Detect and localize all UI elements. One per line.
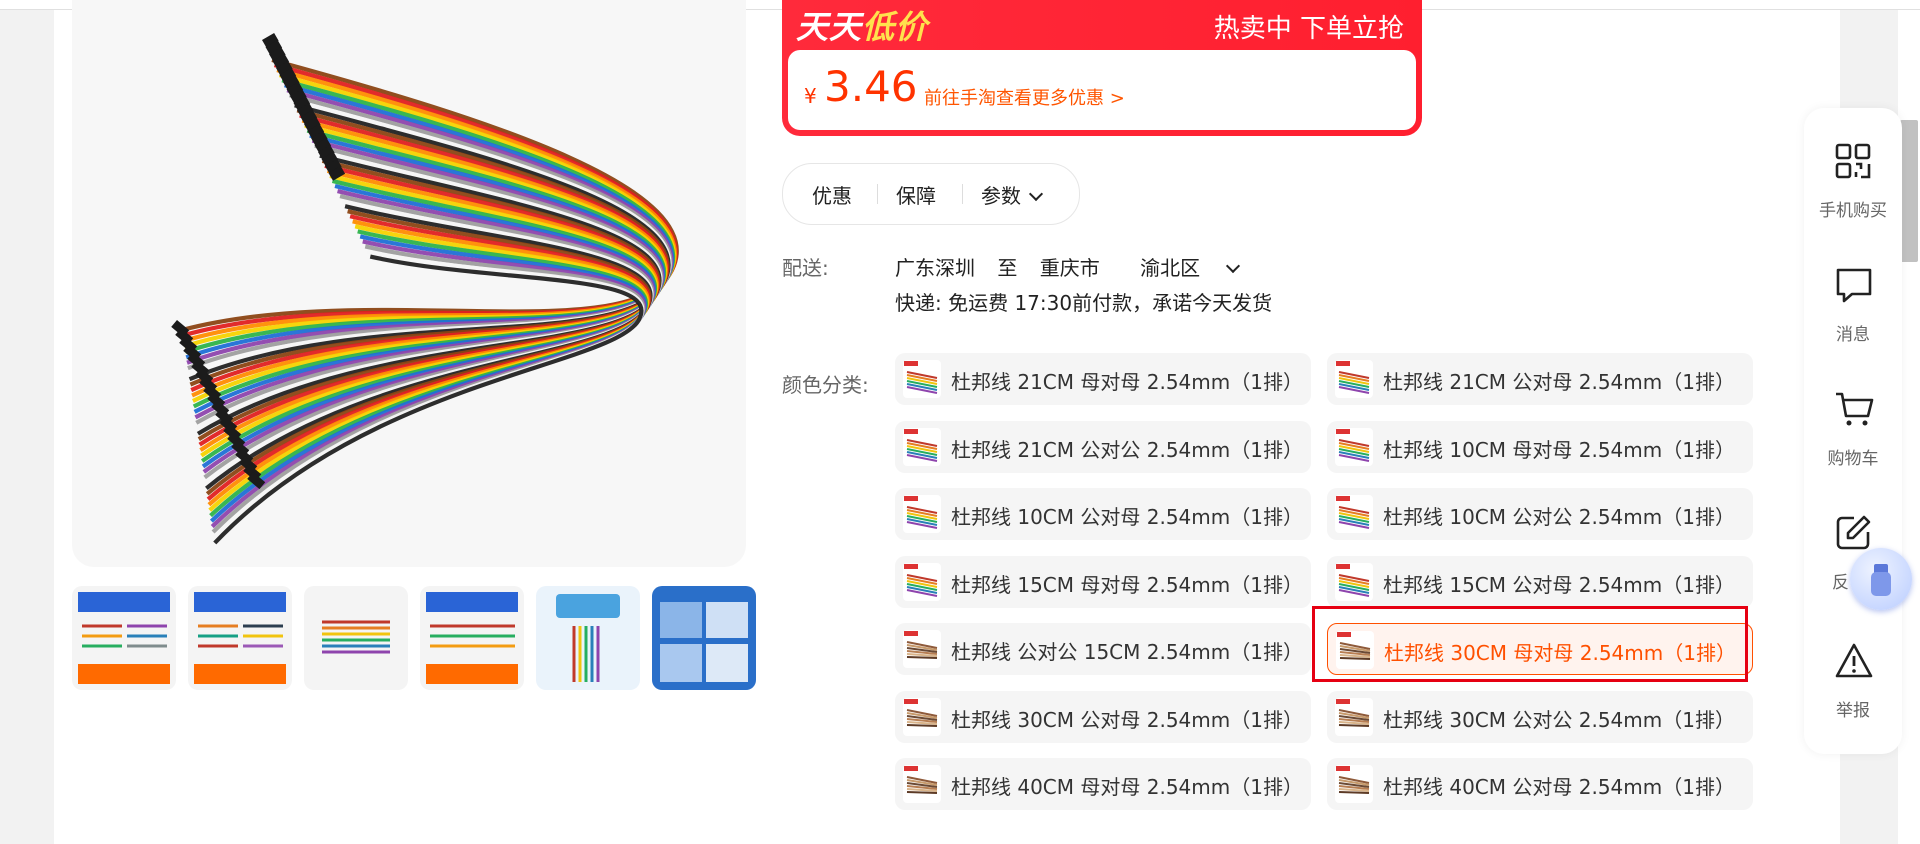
delivery-route: 广东深圳 至 重庆市 渝北区 bbox=[895, 252, 1254, 281]
main-product-image[interactable] bbox=[72, 0, 746, 567]
sku-option-label: 杜邦线 30CM 公对母 2.54mm（1排） bbox=[951, 708, 1303, 732]
sku-option-label: 杜邦线 30CM 公对公 2.54mm（1排） bbox=[1383, 708, 1735, 732]
report-button[interactable]: 举报 bbox=[1804, 642, 1902, 742]
thumbnail[interactable] bbox=[420, 586, 524, 690]
toolbar-label: 消息 bbox=[1836, 325, 1870, 345]
price-banner-header: 天天低价 热卖中 下单立抢 bbox=[782, 0, 1422, 46]
sku-option[interactable]: 杜邦线 10CM 公对公 2.54mm（1排） bbox=[1327, 488, 1753, 540]
sku-option-label: 杜邦线 10CM 公对母 2.54mm（1排） bbox=[951, 505, 1303, 529]
more-discounts-link[interactable]: 前往手淘查看更多优惠 > bbox=[924, 84, 1125, 110]
thumbnail[interactable] bbox=[652, 586, 756, 690]
sku-option[interactable]: 杜邦线 10CM 母对母 2.54mm（1排） bbox=[1327, 421, 1753, 473]
sku-thumbnail bbox=[903, 765, 941, 803]
destination-city[interactable]: 重庆市 bbox=[1040, 256, 1100, 280]
sku-thumbnail bbox=[1335, 563, 1373, 601]
sku-option-label: 杜邦线 10CM 公对公 2.54mm（1排） bbox=[1383, 505, 1735, 529]
sku-option[interactable]: 杜邦线 公对公 15CM 2.54mm（1排） bbox=[895, 623, 1311, 675]
sku-option-label: 杜邦线 21CM 公对母 2.54mm（1排） bbox=[1383, 370, 1735, 394]
sku-option-label: 杜邦线 15CM 母对母 2.54mm（1排） bbox=[951, 573, 1303, 597]
sku-option-label: 杜邦线 15CM 公对母 2.54mm（1排） bbox=[1383, 573, 1735, 597]
sku-option-label: 杜邦线 21CM 母对母 2.54mm（1排） bbox=[951, 370, 1303, 394]
sku-option-label: 杜邦线 40CM 公对母 2.54mm（1排） bbox=[1383, 775, 1735, 799]
ribbon-cable-image bbox=[171, 33, 679, 545]
sku-option[interactable]: 杜邦线 10CM 公对母 2.54mm（1排） bbox=[895, 488, 1311, 540]
sku-thumbnail bbox=[903, 563, 941, 601]
sku-thumbnail bbox=[1335, 495, 1373, 533]
sku-option[interactable]: 杜邦线 21CM 公对母 2.54mm（1排） bbox=[1327, 353, 1753, 405]
delivery-label: 配送: bbox=[782, 256, 829, 280]
assistant-float-button[interactable] bbox=[1850, 548, 1912, 610]
info-tabs: 优惠 保障 参数 bbox=[782, 163, 1080, 225]
tab-divider bbox=[877, 184, 878, 204]
route-connector: 至 bbox=[997, 256, 1018, 280]
usb-drive-icon bbox=[1871, 564, 1891, 596]
warning-icon bbox=[1835, 643, 1873, 678]
sku-option[interactable]: 杜邦线 15CM 母对母 2.54mm（1排） bbox=[895, 556, 1311, 608]
price-panel: ¥ 3.46 前往手淘查看更多优惠 > bbox=[788, 50, 1416, 130]
sku-thumbnail bbox=[1335, 765, 1373, 803]
destination-district[interactable]: 渝北区 bbox=[1140, 256, 1200, 280]
toolbar-label: 举报 bbox=[1836, 701, 1870, 721]
color-category-label: 颜色分类: bbox=[782, 373, 869, 397]
tab-guarantee[interactable]: 保障 bbox=[896, 180, 936, 209]
sku-thumbnail bbox=[903, 630, 941, 668]
chevron-down-icon bbox=[1028, 186, 1044, 202]
sku-thumbnail bbox=[1335, 360, 1373, 398]
origin-location: 广东深圳 bbox=[895, 256, 975, 280]
messages-button[interactable]: 消息 bbox=[1804, 266, 1902, 366]
sku-thumbnail bbox=[903, 428, 941, 466]
cart-icon bbox=[1836, 392, 1874, 426]
chat-icon bbox=[1836, 268, 1872, 303]
toolbar-label: 手机购买 bbox=[1819, 201, 1887, 221]
promo-text: 热卖中 下单立抢 bbox=[1213, 14, 1404, 44]
tab-divider bbox=[962, 184, 963, 204]
sku-option[interactable]: 杜邦线 21CM 母对母 2.54mm（1排） bbox=[895, 353, 1311, 405]
thumbnail[interactable] bbox=[304, 586, 408, 690]
currency-symbol: ¥ bbox=[804, 84, 817, 108]
sku-option[interactable]: 杜邦线 40CM 公对母 2.54mm（1排） bbox=[1327, 758, 1753, 810]
price-banner: 天天低价 热卖中 下单立抢 ¥ 3.46 前往手淘查看更多优惠 > bbox=[782, 0, 1422, 136]
sku-thumbnail bbox=[903, 495, 941, 533]
chevron-down-icon[interactable] bbox=[1226, 258, 1241, 274]
sku-option-label: 杜邦线 40CM 母对母 2.54mm（1排） bbox=[951, 775, 1303, 799]
toolbar-label: 购物车 bbox=[1827, 449, 1879, 469]
selection-highlight-frame bbox=[1312, 606, 1748, 682]
tab-discounts[interactable]: 优惠 bbox=[812, 180, 852, 209]
mobile-buy-button[interactable]: 手机购买 bbox=[1804, 142, 1902, 242]
daily-low-price-badge: 天天低价 bbox=[796, 8, 929, 46]
sku-option[interactable]: 杜邦线 30CM 公对母 2.54mm（1排） bbox=[895, 691, 1311, 743]
sku-option[interactable]: 杜邦线 21CM 公对公 2.54mm（1排） bbox=[895, 421, 1311, 473]
sku-option[interactable]: 杜邦线 30CM 公对公 2.54mm（1排） bbox=[1327, 691, 1753, 743]
sku-thumbnail bbox=[1335, 698, 1373, 736]
scrollbar-thumb[interactable] bbox=[1900, 120, 1918, 262]
shipping-info: 快递: 免运费 17:30前付款，承诺今天发货 bbox=[895, 291, 1273, 315]
edit-icon bbox=[1836, 515, 1871, 550]
sku-option-label: 杜邦线 21CM 公对公 2.54mm（1排） bbox=[951, 438, 1303, 462]
sku-option[interactable]: 杜邦线 15CM 公对母 2.54mm（1排） bbox=[1327, 556, 1753, 608]
sku-thumbnail bbox=[1335, 428, 1373, 466]
sku-thumbnail bbox=[903, 698, 941, 736]
tab-parameters[interactable]: 参数 bbox=[981, 180, 1044, 209]
right-toolbar: 手机购买 消息 购物车 反 举报 bbox=[1804, 108, 1902, 754]
sku-thumbnail bbox=[903, 360, 941, 398]
cart-button[interactable]: 购物车 bbox=[1804, 390, 1902, 490]
tab-parameters-label: 参数 bbox=[981, 184, 1021, 208]
sku-option-label: 杜邦线 10CM 母对母 2.54mm（1排） bbox=[1383, 438, 1735, 462]
thumbnail[interactable] bbox=[72, 586, 176, 690]
sku-option[interactable]: 杜邦线 40CM 母对母 2.54mm（1排） bbox=[895, 758, 1311, 810]
thumbnail[interactable] bbox=[536, 586, 640, 690]
sku-option-label: 杜邦线 公对公 15CM 2.54mm（1排） bbox=[951, 640, 1303, 664]
thumbnail[interactable] bbox=[188, 586, 292, 690]
qr-code-icon bbox=[1835, 143, 1871, 179]
price-value: 3.46 bbox=[824, 62, 918, 111]
